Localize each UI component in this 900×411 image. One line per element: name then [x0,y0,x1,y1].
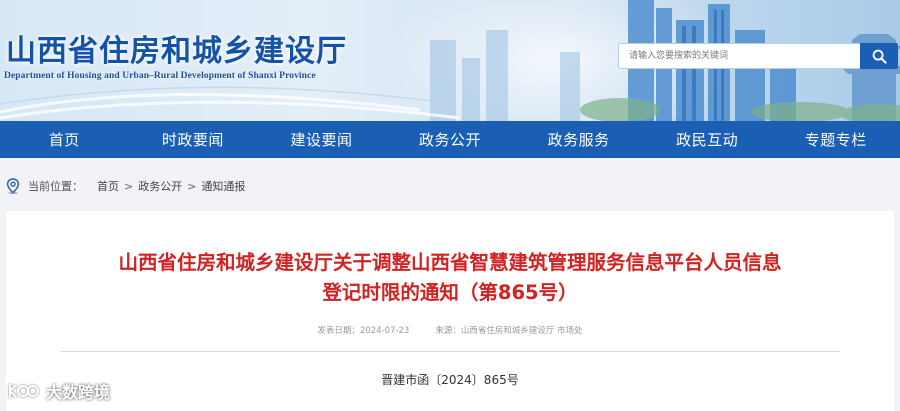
site-subtitle: Department of Housing and Urban–Rural De… [4,71,316,81]
nav-item-government-services[interactable]: 政务服务 [514,121,643,158]
breadcrumb-separator: > [187,179,197,193]
article-title-line-1: 山西省住房和城乡建设厅关于调整山西省智慧建筑管理服务信息平台人员信息 [118,251,782,274]
article-card: 山西省住房和城乡建设厅关于调整山西省智慧建筑管理服务信息平台人员信息 登记时限的… [6,211,894,411]
article-title: 山西省住房和城乡建设厅关于调整山西省智慧建筑管理服务信息平台人员信息 登记时限的… [26,248,874,308]
nav-item-construction-news[interactable]: 建设要闻 [257,121,386,158]
nav-item-government-affairs[interactable]: 政务公开 [386,121,515,158]
article-meta: 发表日期：2024-07-23 来源：山西省住房和城乡建设厅 市场处 [6,324,894,336]
breadcrumb-item-home[interactable]: 首页 [97,178,119,194]
watermark-text: 大数跨境 [46,383,111,402]
breadcrumb: 当前位置： 首页 > 政务公开 > 通知通报 [6,176,245,196]
search-input[interactable] [619,44,859,68]
breadcrumb-separator: > [124,179,134,193]
nav-item-current-affairs[interactable]: 时政要闻 [129,121,258,158]
watermark: 大数跨境 [6,379,110,403]
article-source: 山西省住房和城乡建设厅 市场处 [460,326,583,336]
header-banner: 山西省住房和城乡建设厅 Department of Housing and Ur… [0,0,900,122]
nav-item-special-topics[interactable]: 专题专栏 [771,121,900,158]
nav-item-public-interaction[interactable]: 政民互动 [643,121,772,158]
article-title-line-2: 登记时限的通知（第865号） [322,281,578,304]
publish-date: 2024-07-23 [359,326,410,336]
breadcrumb-prefix: 当前位置： [28,180,83,193]
location-pin-icon [6,178,20,194]
breadcrumb-item-government-affairs[interactable]: 政务公开 [138,178,182,194]
nav-item-home[interactable]: 首页 [0,121,129,158]
date-label: 发表日期： [317,326,360,336]
source-label: 来源： [435,326,461,336]
watermark-logo-icon [9,384,39,398]
search-box [618,43,898,69]
main-nav: 首页 时政要闻 建设要闻 政务公开 政务服务 政民互动 专题专栏 [0,121,900,158]
site-title[interactable]: 山西省住房和城乡建设厅 [6,26,347,70]
meta-divider [60,351,840,352]
document-number: 晋建市函〔2024〕865号 [381,373,519,387]
search-button[interactable] [860,43,898,69]
search-icon [872,49,887,64]
breadcrumb-item-notices[interactable]: 通知通报 [201,178,245,194]
